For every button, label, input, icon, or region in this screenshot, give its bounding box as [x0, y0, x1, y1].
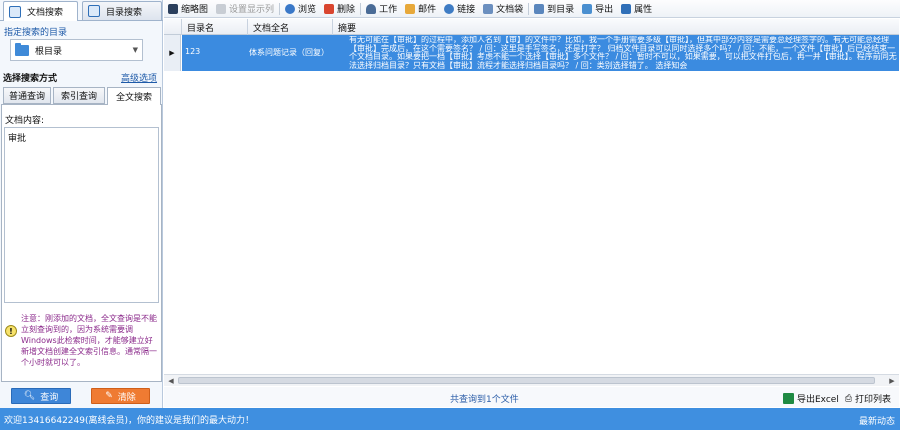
goto-directory-label: 到目录: [547, 5, 575, 15]
tab-directory-search-label: 目录搜索: [106, 7, 143, 18]
goto-directory-button[interactable]: 到目录: [530, 2, 578, 15]
link-button[interactable]: 链接: [440, 2, 479, 15]
scroll-left-icon[interactable]: ◀: [166, 376, 176, 385]
mail-icon: [405, 3, 416, 14]
news-link[interactable]: 最新动态: [859, 414, 895, 427]
search-button[interactable]: 🔍︎ 查询: [11, 388, 71, 404]
export-excel-button[interactable]: 导出Excel ⎙ 打印列表: [783, 392, 891, 405]
tab-index-query[interactable]: 索引查询: [53, 87, 105, 104]
cell-summary: 有无可能在【审批】的过程中，添加人名到【审】的文件中？比如，我一个手册需要多级【…: [349, 36, 897, 70]
work-button[interactable]: 工作: [362, 2, 401, 15]
export-button[interactable]: 导出: [578, 2, 617, 15]
toolbar-separator: [528, 2, 530, 15]
link-label: 链接: [457, 5, 476, 15]
print-list-label[interactable]: 打印列表: [855, 392, 891, 405]
tab-fulltext-search[interactable]: 全文搜索: [107, 87, 161, 105]
thumbnail-icon: [168, 3, 178, 14]
column-header-dir[interactable]: 目录名: [187, 21, 214, 34]
mail-label: 邮件: [418, 5, 437, 15]
excel-icon: [783, 393, 794, 404]
search-icon: 🔍︎: [23, 391, 36, 401]
tab-directory-search[interactable]: 目录搜索: [82, 1, 162, 20]
export-excel-label: 导出Excel: [797, 395, 839, 405]
row-indicator-icon: ▶: [164, 35, 181, 71]
delete-label: 删除: [337, 5, 356, 15]
column-header-summary[interactable]: 摘要: [338, 21, 356, 34]
tab-document-search[interactable]: 文档搜索: [3, 1, 78, 21]
content-textarea[interactable]: 审批: [4, 127, 159, 303]
toolbar: 缩略图 设置显示列 浏览 删除 工作 邮件 链接 文档袋 到目录 导出 属性: [164, 0, 900, 18]
doc-search-icon: [9, 5, 21, 18]
dir-label: 指定搜索的目录: [4, 28, 68, 38]
cell-dir: 123: [185, 47, 201, 56]
delete-button[interactable]: 删除: [320, 2, 359, 15]
horizontal-scrollbar[interactable]: ◀ ▶: [164, 374, 899, 386]
person-icon: [366, 3, 377, 14]
grid-body: [164, 71, 899, 373]
printer-icon: ⎙: [844, 393, 853, 404]
advanced-options-link[interactable]: 高级选项: [121, 71, 157, 84]
toolbar-separator: [279, 2, 281, 15]
dir-search-icon: [88, 5, 100, 17]
content-label: 文档内容:: [5, 116, 45, 126]
chevron-down-icon: ▼: [132, 46, 138, 54]
properties-icon: [621, 3, 632, 14]
properties-button[interactable]: 属性: [617, 2, 656, 15]
browse-button[interactable]: 浏览: [281, 2, 320, 15]
column-divider: [332, 19, 333, 35]
scroll-right-icon[interactable]: ▶: [887, 376, 897, 385]
search-method-label: 选择搜索方式: [3, 74, 58, 84]
export-icon: [582, 3, 593, 14]
export-label: 导出: [595, 5, 614, 15]
note: ! 注意：刚添加的文档，全文查询是不能立刻查询到的，因为系统需要调Windows…: [5, 313, 159, 368]
set-columns-label: 设置显示列: [229, 5, 275, 15]
thumbnail-button[interactable]: 缩略图: [164, 2, 212, 15]
status-bar: 欢迎13416642249(离线会员)，你的建议是我们的最大动力！ 最新动态: [0, 408, 900, 430]
work-label: 工作: [379, 5, 398, 15]
cell-name: 体系问题记录（回复）: [249, 48, 329, 57]
warning-icon: !: [5, 325, 17, 337]
properties-label: 属性: [634, 5, 653, 15]
directory-value: 根目录: [35, 46, 63, 57]
clear-button-label: 清除: [117, 392, 136, 403]
eye-icon: [285, 3, 296, 14]
directory-select[interactable]: 根目录 ▼: [10, 39, 143, 61]
search-button-label: 查询: [40, 392, 59, 403]
thumbnail-label: 缩略图: [181, 5, 209, 15]
column-divider: [247, 19, 248, 35]
grid-header: 目录名 文档全名 摘要: [164, 19, 899, 35]
bag-icon: [483, 3, 494, 14]
document-bag-label: 文档袋: [496, 5, 524, 15]
scrollbar-thumb[interactable]: [178, 377, 875, 384]
tab-document-search-label: 文档搜索: [27, 8, 64, 18]
browse-label: 浏览: [298, 5, 317, 15]
document-bag-button[interactable]: 文档袋: [479, 2, 527, 15]
delete-icon: [324, 3, 335, 14]
column-header-name[interactable]: 文档全名: [253, 21, 289, 34]
tab-normal-query[interactable]: 普通查询: [3, 87, 51, 104]
note-text: 注意：刚添加的文档，全文查询是不能立刻查询到的，因为系统需要调Windows此检…: [21, 314, 157, 367]
clear-button[interactable]: ✎ 清除: [91, 388, 150, 404]
column-divider: [181, 19, 182, 35]
columns-icon: [216, 3, 227, 14]
welcome-text: 欢迎13416642249(离线会员)，你的建议是我们的最大动力！: [4, 415, 255, 426]
found-count: 共查询到1个文件: [450, 395, 519, 405]
eraser-icon: ✎: [105, 391, 113, 401]
mail-button[interactable]: 邮件: [401, 2, 440, 15]
folder-icon: [15, 42, 29, 56]
set-columns-button[interactable]: 设置显示列: [212, 2, 278, 15]
link-icon: [444, 3, 455, 14]
goto-dir-icon: [534, 3, 545, 14]
toolbar-separator: [360, 2, 362, 15]
